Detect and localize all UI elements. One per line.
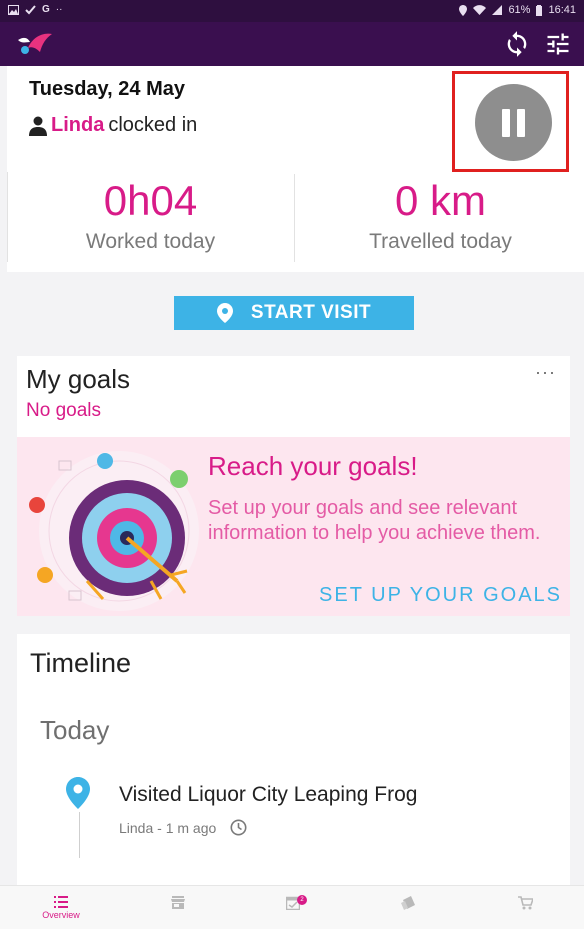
start-visit-button[interactable]: START VISIT [174, 296, 414, 330]
sync-button[interactable] [503, 30, 531, 58]
check-icon [25, 5, 36, 15]
timeline-section-today: Today [40, 715, 110, 745]
clocked-in-text: clocked in [108, 114, 198, 136]
pause-icon [502, 109, 510, 137]
filter-button[interactable] [544, 30, 572, 58]
sync-icon [507, 31, 527, 57]
filter-icon [547, 33, 569, 55]
summary-card: Tuesday, 24 May Linda clocked in 0h04 Wo… [7, 66, 584, 272]
battery-percent: 61% [508, 4, 531, 16]
google-icon: G [42, 4, 50, 15]
travelled-label: Travelled today [369, 230, 512, 253]
goals-title: My goals [26, 364, 131, 394]
status-bar: G ·· 61% 16:41 [0, 0, 584, 22]
more-icon: ·· [55, 4, 63, 15]
timeline-connector [79, 812, 80, 858]
battery-icon [536, 4, 543, 16]
more-options-icon[interactable]: ··· [535, 362, 556, 383]
worked-value: 0h04 [103, 177, 198, 224]
location-status-icon [459, 4, 468, 16]
status-right: 61% 16:41 [459, 4, 576, 16]
worked-today-stat: 0h04 Worked today [7, 176, 294, 254]
goals-banner: Reach your goals! Set up your goals and … [17, 437, 570, 616]
travelled-value: 0 km [394, 177, 486, 224]
banner-title: Reach your goals! [208, 451, 418, 481]
nav-overview-label: Overview [42, 910, 80, 920]
timeline-card: Timeline Today Visited Liquor City Leapi… [17, 634, 570, 894]
wifi-icon [473, 5, 487, 15]
location-pin-icon [216, 303, 233, 323]
banner-description: Set up your goals and see relevant infor… [208, 497, 541, 544]
location-pin-icon [66, 777, 90, 809]
clock-time: 16:41 [548, 4, 576, 16]
nav-overview[interactable]: Overview [21, 892, 101, 928]
current-date: Tuesday, 24 May [29, 78, 185, 100]
target-illustration [29, 451, 199, 611]
status-left-icons: G ·· [8, 4, 62, 16]
timeline-title: Timeline [30, 648, 132, 678]
cart-icon [517, 896, 533, 910]
pause-highlight-frame [452, 71, 569, 172]
clock-icon [230, 819, 247, 836]
pause-button[interactable] [475, 84, 552, 161]
divider [294, 174, 295, 262]
setup-goals-link[interactable]: SET UP YOUR GOALS [319, 584, 562, 607]
signal-icon [492, 5, 503, 15]
person-icon [29, 116, 47, 136]
timeline-item-text[interactable]: Visited Liquor City Leaping Frog [119, 783, 417, 807]
worked-label: Worked today [85, 230, 216, 253]
tasks-badge: 2 [297, 895, 307, 905]
bottom-navigation: Overview 2 [0, 885, 584, 929]
nav-tasks[interactable]: 2 [253, 892, 333, 928]
store-icon [171, 896, 185, 909]
travelled-today-stat: 0 km Travelled today [297, 176, 584, 254]
logo-icon[interactable] [16, 30, 54, 56]
user-name: Linda [51, 114, 105, 136]
clock-status: Linda clocked in [29, 114, 197, 137]
goals-card: My goals ··· No goals Reach your goals! … [17, 356, 570, 616]
nav-cart[interactable] [485, 892, 565, 928]
app-bar [0, 22, 584, 66]
documents-icon [401, 896, 415, 910]
start-visit-label: START VISIT [250, 302, 372, 323]
timeline-item-meta: Linda - 1 m ago [119, 819, 247, 836]
no-goals-text: No goals [26, 400, 101, 421]
nav-documents[interactable] [369, 892, 449, 928]
timeline-item-author-time: Linda - 1 m ago [119, 819, 217, 836]
image-icon [8, 5, 19, 15]
list-icon [54, 896, 68, 908]
nav-store[interactable] [138, 892, 218, 928]
